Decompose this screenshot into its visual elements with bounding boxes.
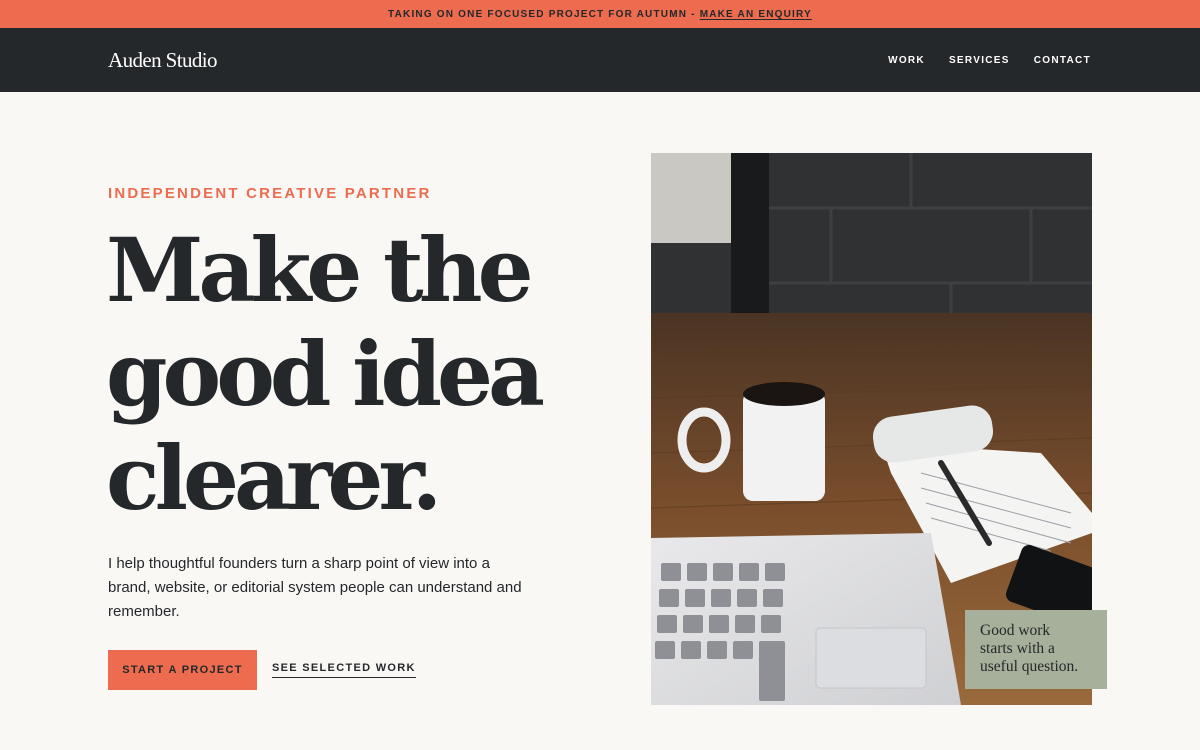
trackpad bbox=[815, 627, 927, 689]
laptop bbox=[651, 533, 961, 705]
nav-services-link[interactable]: SERVICES bbox=[949, 55, 1010, 66]
announcement-text: TAKING ON ONE FOCUSED PROJECT FOR AUTUMN bbox=[388, 8, 688, 20]
make-enquiry-link[interactable]: MAKE AN ENQUIRY bbox=[700, 9, 812, 20]
nav-work-link[interactable]: WORK bbox=[888, 55, 925, 66]
headline-line-3: clearer. bbox=[106, 426, 442, 530]
main-nav: WORK SERVICES CONTACT bbox=[888, 55, 1091, 66]
hero-eyebrow: INDEPENDENT CREATIVE PARTNER bbox=[108, 185, 432, 202]
brand-logo[interactable]: Auden Studio bbox=[108, 48, 217, 73]
quote-line-2: starts with a bbox=[980, 640, 1055, 657]
hero-headline: Make the good idea clearer. bbox=[106, 218, 606, 530]
headline-line-1: Make the bbox=[106, 218, 534, 322]
quote-card: Good work starts with a useful question. bbox=[965, 610, 1107, 689]
window-frame bbox=[731, 153, 769, 333]
announcement-bar: TAKING ON ONE FOCUSED PROJECT FOR AUTUMN… bbox=[0, 0, 1200, 28]
start-project-button[interactable]: START A PROJECT bbox=[108, 650, 257, 690]
hero-description: I help thoughtful founders turn a sharp … bbox=[108, 555, 522, 620]
site-header: Auden Studio WORK SERVICES CONTACT bbox=[0, 28, 1200, 92]
headline-line-2: good idea bbox=[106, 322, 545, 426]
announcement-separator: - bbox=[691, 8, 696, 20]
nav-contact-link[interactable]: CONTACT bbox=[1034, 55, 1091, 66]
see-selected-work-link[interactable]: SEE SELECTED WORK bbox=[272, 662, 416, 678]
quote-line-3: useful question. bbox=[980, 658, 1079, 675]
quote-line-1: Good work bbox=[980, 622, 1051, 639]
